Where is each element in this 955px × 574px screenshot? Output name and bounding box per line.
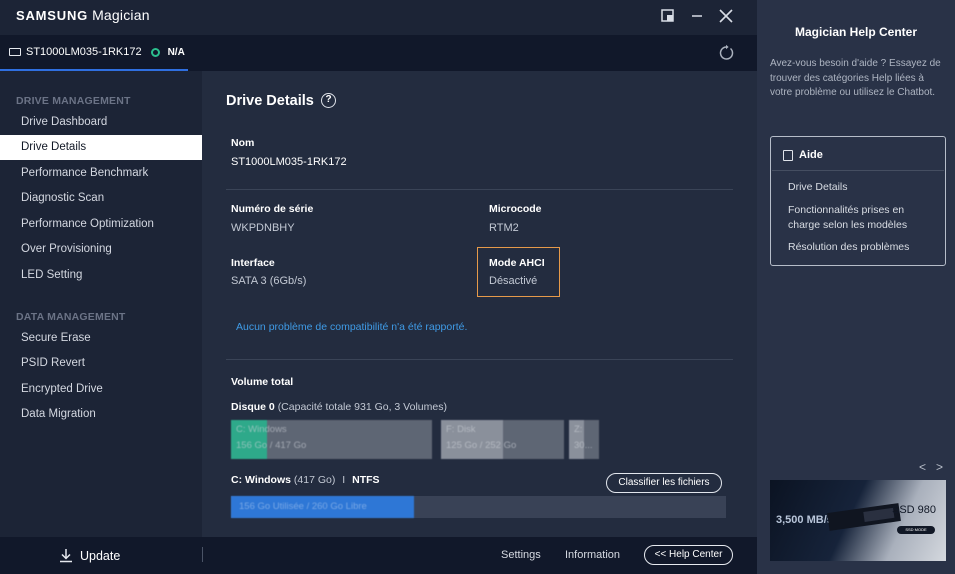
aide-link-troubleshooting[interactable]: Résolution des problèmes (788, 240, 938, 255)
device-name: ST1000LM035-1RK172 (26, 46, 142, 58)
classify-files-button[interactable]: Classifier les fichiers (606, 473, 722, 493)
restore-window-icon[interactable] (659, 7, 677, 25)
section-drive-management: DRIVE MANAGEMENT (16, 95, 131, 107)
sidebar-item-over-provisioning[interactable]: Over Provisioning (0, 237, 202, 262)
disk-info: (Capacité totale 931 Go, 3 Volumes) (277, 401, 447, 413)
partition-usage: 156 Go / 417 Go (236, 440, 307, 451)
app-logo: SAMSUNG Magician (16, 7, 150, 23)
volume-separator: I (342, 474, 346, 486)
bottom-bar: Update Settings Information << Help Cent… (0, 537, 757, 574)
divider (226, 359, 733, 360)
ssd-image (827, 503, 901, 531)
ahci-label: Mode AHCI (489, 257, 545, 269)
aide-link-features[interactable]: Fonctionnalités prises en charge selon l… (788, 203, 938, 232)
volume-fs: NTFS (352, 474, 380, 486)
sidebar-item-drive-dashboard[interactable]: Drive Dashboard (0, 110, 202, 135)
device-bar: ST1000LM035-1RK172 N/A (0, 35, 757, 71)
sidebar-item-performance-optimization[interactable]: Performance Optimization (0, 212, 202, 237)
divider (772, 170, 944, 171)
aide-card: Aide Drive Details Fonctionnalités prise… (770, 136, 946, 266)
carousel-next-icon[interactable]: > (936, 460, 943, 474)
refresh-icon[interactable] (717, 44, 735, 62)
volume-title: Volume total (231, 376, 294, 388)
promo-mode-badge: SSD MODE (897, 526, 935, 534)
magician-app: SAMSUNGMagician ST1000LM035-1RK172 N/A (0, 0, 955, 574)
help-center-panel: Magician Help Center Avez-vous besoin d'… (757, 0, 955, 574)
help-center-title: Magician Help Center (794, 25, 918, 39)
minimize-icon[interactable] (688, 7, 706, 25)
sidebar-item-data-migration[interactable]: Data Migration (0, 402, 202, 427)
promo-banner[interactable]: 3,500 MB/s SSD 980 SSD MODE (770, 480, 946, 561)
book-icon (783, 149, 793, 161)
nom-label: Nom (231, 137, 255, 149)
microcode-label: Microcode (489, 203, 542, 215)
help-center-description: Avez-vous besoin d'aide ? Essayez de tro… (770, 58, 941, 99)
volume-name: C: Windows (231, 474, 291, 486)
sidebar-item-secure-erase[interactable]: Secure Erase (0, 326, 202, 351)
aide-title: Aide (799, 149, 823, 161)
carousel-prev-icon[interactable]: < (919, 460, 926, 474)
drive-icon (9, 48, 21, 56)
sidebar-item-psid-revert[interactable]: PSID Revert (0, 351, 202, 376)
volume-usage-text: 156 Go Utilisée / 260 Go Libre (239, 501, 367, 512)
microcode-value: RTM2 (489, 222, 519, 234)
sidebar-item-performance-benchmark[interactable]: Performance Benchmark (0, 161, 202, 186)
ahci-value: Désactivé (489, 275, 538, 287)
brand-magician: Magician (92, 7, 150, 23)
device-tab[interactable]: ST1000LM035-1RK172 N/A (0, 35, 188, 71)
aide-link-drive-details[interactable]: Drive Details (788, 180, 938, 195)
page-title: Drive Details (226, 93, 314, 109)
serial-label: Numéro de série (231, 203, 314, 215)
sidebar-item-led-setting[interactable]: LED Setting (0, 263, 202, 288)
partition-name: Z: (574, 424, 583, 435)
help-center-button[interactable]: << Help Center (644, 545, 733, 565)
partition-segment[interactable]: C: Windows 156 Go / 417 Go (231, 420, 432, 459)
disk-label: Disque 0 (231, 401, 275, 413)
update-button[interactable]: Update (59, 548, 120, 563)
help-question-icon[interactable]: ? (321, 93, 336, 108)
partition-segment[interactable]: F: Disk 125 Go / 252 Go (441, 420, 564, 459)
promo-product: SSD 980 (892, 504, 937, 516)
promo-speed: 3,500 MB/s (776, 514, 833, 526)
aide-header: Aide (783, 149, 823, 161)
partition-usage: 125 Go / 252 Go (446, 440, 517, 451)
sidebar-item-encrypted-drive[interactable]: Encrypted Drive (0, 377, 202, 402)
sidebar: DRIVE MANAGEMENT Drive Dashboard Drive D… (0, 71, 202, 537)
sidebar-item-diagnostic-scan[interactable]: Diagnostic Scan (0, 186, 202, 211)
volume-line: C: Windows (417 Go) I NTFS (231, 474, 380, 486)
drive-details-panel: Drive Details ? Nom ST1000LM035-1RK172 N… (202, 71, 757, 537)
partition-name: F: Disk (446, 424, 476, 435)
partition-segment[interactable]: Z: 30... (569, 420, 599, 459)
compatibility-message: Aucun problème de compatibilité n'a été … (236, 321, 468, 333)
interface-label: Interface (231, 257, 275, 269)
download-icon (60, 549, 72, 563)
partition-usage: 30... (574, 440, 593, 451)
divider (202, 547, 203, 562)
status-ring-icon (150, 47, 160, 57)
information-link[interactable]: Information (565, 549, 620, 561)
close-icon[interactable] (717, 7, 735, 25)
serial-value: WKPDNBHY (231, 222, 295, 234)
main-window: SAMSUNGMagician ST1000LM035-1RK172 N/A (0, 0, 757, 574)
ahci-highlight (477, 247, 560, 297)
sidebar-item-drive-details[interactable]: Drive Details (0, 135, 202, 160)
section-data-management: DATA MANAGEMENT (16, 311, 126, 323)
update-label: Update (80, 548, 121, 563)
titlebar: SAMSUNG Magician (0, 0, 757, 34)
device-status: N/A (167, 46, 185, 58)
volume-usage-bar: 156 Go Utilisée / 260 Go Libre (231, 496, 726, 518)
brand-samsung: SAMSUNG (16, 8, 89, 23)
partition-name: C: Windows (236, 424, 287, 435)
settings-link[interactable]: Settings (501, 549, 541, 561)
divider (226, 189, 733, 190)
volume-size: (417 Go) (293, 474, 336, 486)
interface-value: SATA 3 (6Gb/s) (231, 275, 307, 287)
nom-value: ST1000LM035-1RK172 (231, 156, 347, 168)
disk-line: Disque 0 (Capacité totale 931 Go, 3 Volu… (231, 401, 447, 413)
